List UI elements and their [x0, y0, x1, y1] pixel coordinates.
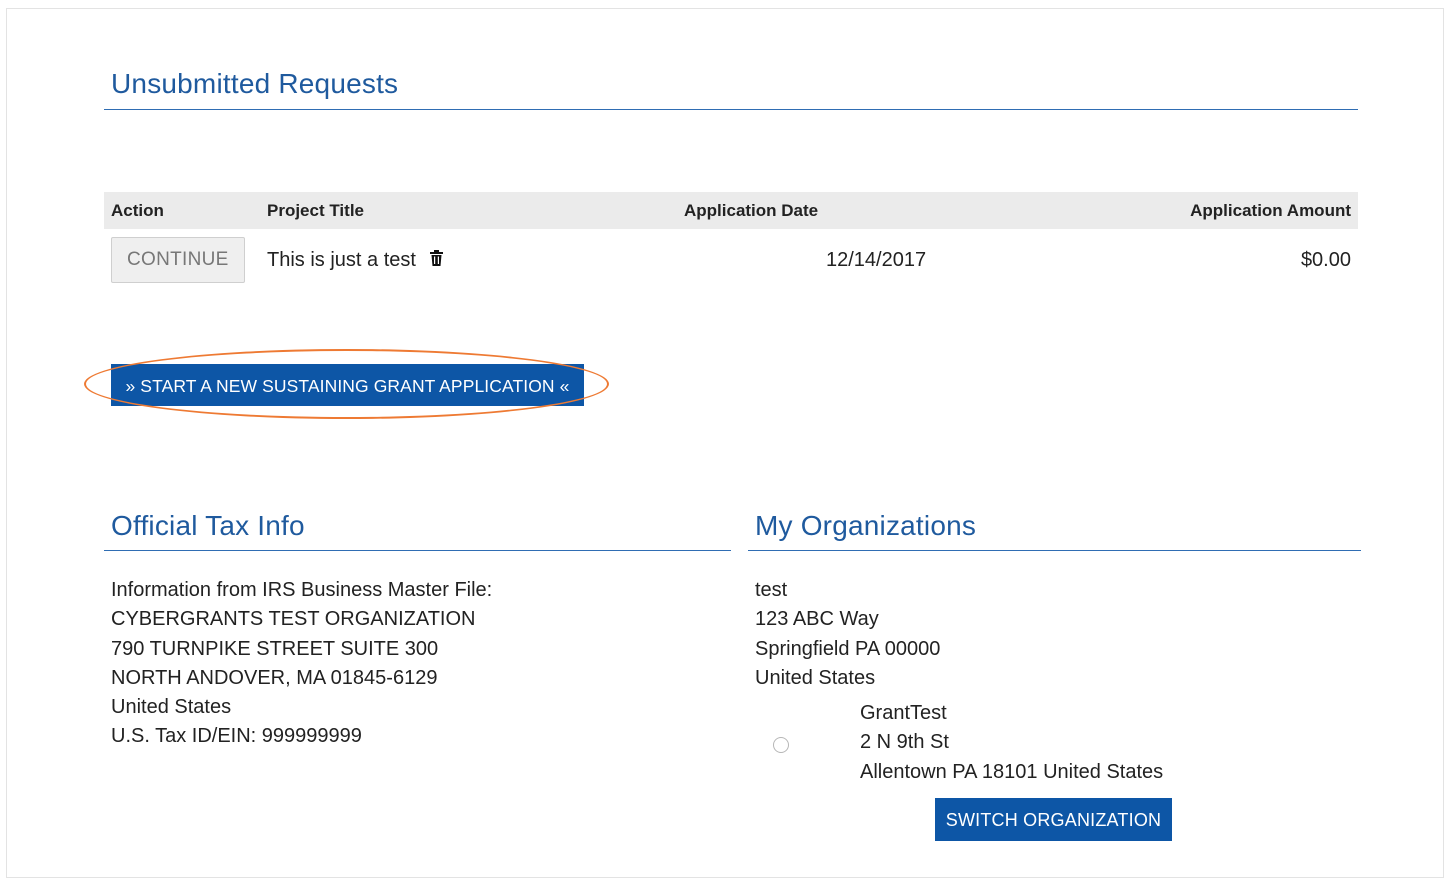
my-organizations-heading: My Organizations	[755, 510, 977, 541]
current-org-line: United States	[755, 666, 876, 689]
table-header-row: Action Project Title Application Date Ap…	[104, 192, 1358, 229]
project-title: This is just a test	[267, 248, 416, 271]
start-new-application-button[interactable]: » START A NEW SUSTAINING GRANT APPLICATI…	[111, 364, 584, 406]
tax-info-line: U.S. Tax ID/EIN: 999999999	[111, 725, 362, 748]
continue-button[interactable]: CONTINUE	[111, 237, 245, 283]
project-title-cell: This is just a test	[260, 229, 684, 291]
current-org-line: 123 ABC Way	[755, 608, 879, 631]
current-org-line: Springfield PA 00000	[755, 637, 941, 660]
tax-info-line: Information from IRS Business Master Fil…	[111, 579, 493, 601]
application-amount-cell: $0.00	[1300, 248, 1351, 271]
alternate-org-line: Allentown PA 18101 United States	[860, 760, 1164, 783]
column-header-project-title: Project Title	[260, 192, 684, 229]
trash-icon[interactable]	[429, 249, 443, 270]
current-organization-block: test 123 ABC Way Springfield PA 00000 Un…	[755, 576, 940, 693]
current-org-line: test	[755, 579, 788, 601]
tax-info-line: United States	[111, 696, 232, 719]
alternate-organization-block: GrantTest 2 N 9th St Allentown PA 18101 …	[860, 699, 1163, 787]
column-header-application-date: Application Date	[684, 192, 1081, 229]
column-header-application-amount: Application Amount	[1080, 192, 1358, 229]
switch-organization-button[interactable]: SWITCH ORGANIZATION	[935, 798, 1172, 841]
tax-info-line: NORTH ANDOVER, MA 01845-6129	[111, 666, 438, 689]
application-date-cell: 12/14/2017	[826, 248, 927, 271]
action-cell: CONTINUE	[104, 229, 260, 291]
tax-info-line: 790 TURNPIKE STREET SUITE 300	[111, 637, 439, 660]
table-row: CONTINUE This is just a test 12/14/2017 …	[104, 229, 1358, 291]
organization-radio[interactable]	[773, 737, 789, 753]
unsubmitted-requests-divider	[104, 109, 1358, 110]
alternate-org-line: GrantTest	[860, 702, 947, 724]
alternate-org-line: 2 N 9th St	[860, 731, 949, 754]
organizations-divider	[748, 550, 1361, 551]
column-header-action: Action	[104, 192, 260, 229]
tax-info-divider	[104, 550, 731, 551]
official-tax-info-heading: Official Tax Info	[111, 510, 305, 541]
tax-info-line: CYBERGRANTS TEST ORGANIZATION	[111, 608, 476, 631]
tax-info-block: Information from IRS Business Master Fil…	[111, 576, 492, 752]
unsubmitted-requests-heading: Unsubmitted Requests	[111, 68, 399, 99]
requests-table: Action Project Title Application Date Ap…	[104, 192, 1358, 291]
